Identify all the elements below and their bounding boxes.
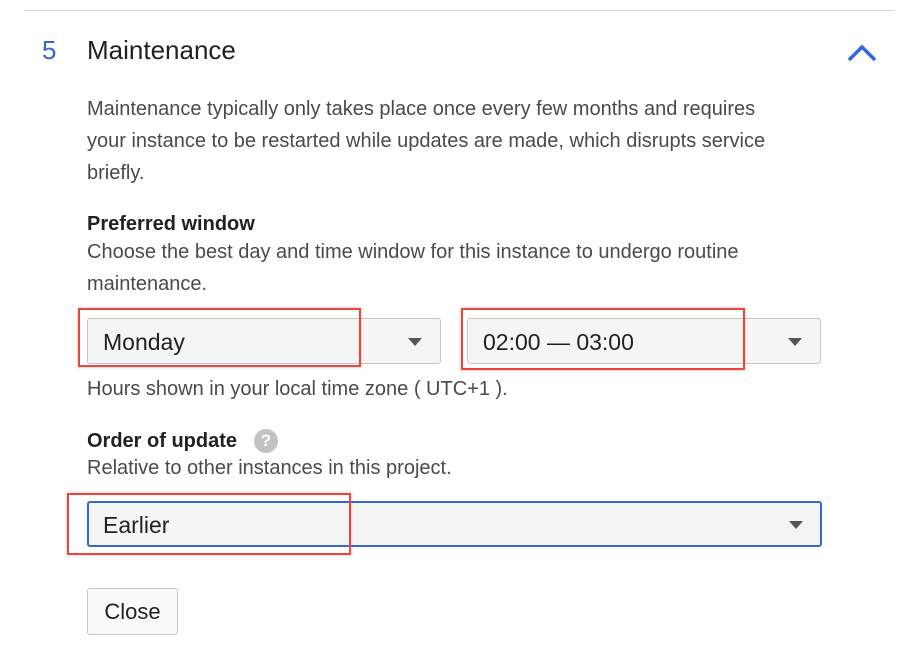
order-select[interactable]: Earlier: [87, 501, 822, 547]
close-button[interactable]: Close: [87, 588, 178, 635]
caret-down-icon: [789, 521, 803, 529]
order-of-update-description: Relative to other instances in this proj…: [87, 457, 452, 479]
order-select-value: Earlier: [103, 512, 170, 538]
preferred-window-label: Preferred window: [87, 213, 255, 235]
timezone-note: Hours shown in your local time zone ( UT…: [87, 378, 508, 400]
collapse-button[interactable]: [843, 36, 881, 68]
caret-down-icon: [408, 338, 422, 346]
time-select-value: 02:00 — 03:00: [483, 329, 634, 355]
order-of-update-label: Order of update: [87, 430, 238, 452]
top-divider: [24, 10, 894, 11]
step-number: 5: [42, 35, 57, 65]
help-icon[interactable]: ?: [254, 429, 278, 453]
chevron-up-icon: [847, 44, 877, 62]
preferred-window-description: Choose the best day and time window for …: [87, 241, 739, 295]
section-title: Maintenance: [87, 35, 236, 65]
day-select-value: Monday: [103, 329, 185, 355]
time-select[interactable]: 02:00 — 03:00: [467, 318, 821, 364]
caret-down-icon: [788, 338, 802, 346]
section-description: Maintenance typically only takes place o…: [87, 98, 766, 184]
day-select[interactable]: Monday: [87, 318, 441, 364]
